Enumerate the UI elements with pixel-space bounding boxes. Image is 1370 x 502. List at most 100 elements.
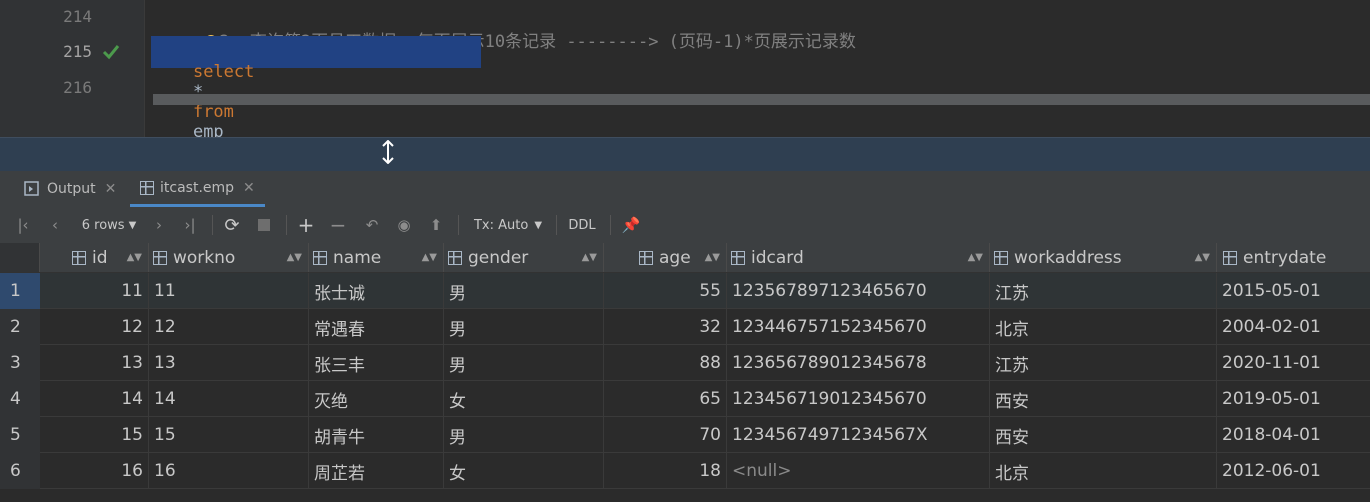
cell-workno[interactable]: 16 bbox=[149, 453, 309, 489]
cell-gender[interactable]: 男 bbox=[444, 345, 604, 381]
tab-output[interactable]: Output ✕ bbox=[24, 171, 116, 207]
cell-id[interactable]: 16 bbox=[40, 453, 149, 489]
column-header-idcard[interactable]: idcard ▲▼ bbox=[727, 243, 990, 272]
cell-idcard-null[interactable]: <null> bbox=[727, 453, 990, 489]
cell-idcard[interactable]: 123446757152345670 bbox=[727, 309, 990, 345]
cell-gender[interactable]: 女 bbox=[444, 453, 604, 489]
cell-workaddress[interactable]: 北京 bbox=[990, 309, 1217, 345]
cell-workaddress[interactable]: 江苏 bbox=[990, 273, 1217, 309]
cell-id[interactable]: 15 bbox=[40, 417, 149, 453]
row-number[interactable]: 2 bbox=[0, 309, 40, 345]
column-header-entrydate[interactable]: entrydate bbox=[1217, 243, 1370, 272]
row-number[interactable]: 1 bbox=[0, 273, 40, 309]
row-number[interactable]: 5 bbox=[0, 417, 40, 453]
previous-page-icon[interactable]: ‹ bbox=[46, 215, 64, 235]
cell-age[interactable]: 18 bbox=[604, 453, 727, 489]
table-row[interactable]: 6 16 16 周芷若 女 18 <null> 北京 2012-06-01 bbox=[0, 453, 1370, 489]
sort-icon[interactable]: ▲▼ bbox=[582, 252, 597, 263]
pin-icon[interactable]: 📌 bbox=[620, 215, 642, 235]
cell-age[interactable]: 55 bbox=[604, 273, 727, 309]
cell-id[interactable]: 14 bbox=[40, 381, 149, 417]
rows-count-dropdown[interactable]: 6 rows ▼ bbox=[78, 215, 140, 235]
cell-age[interactable]: 65 bbox=[604, 381, 727, 417]
cell-id[interactable]: 11 bbox=[40, 273, 149, 309]
cell-entrydate[interactable]: 2012-06-01 bbox=[1217, 453, 1370, 489]
sort-icon[interactable]: ▲▼ bbox=[1195, 252, 1210, 263]
cell-workaddress[interactable]: 西安 bbox=[990, 417, 1217, 453]
column-header-id[interactable]: id ▲▼ bbox=[40, 243, 149, 272]
table-row[interactable]: 5 15 15 胡青牛 男 70 12345674971234567X 西安 2… bbox=[0, 417, 1370, 453]
row-number[interactable]: 3 bbox=[0, 345, 40, 381]
cell-idcard[interactable]: 123456719012345670 bbox=[727, 381, 990, 417]
ddl-button[interactable]: DDL bbox=[566, 215, 598, 235]
row-number[interactable]: 4 bbox=[0, 381, 40, 417]
sort-icon[interactable]: ▲▼ bbox=[968, 252, 983, 263]
row-number[interactable]: 6 bbox=[0, 453, 40, 489]
cell-name[interactable]: 周芷若 bbox=[309, 453, 444, 489]
table-row[interactable]: 3 13 13 张三丰 男 88 123656789012345678 江苏 2… bbox=[0, 345, 1370, 381]
cell-gender[interactable]: 男 bbox=[444, 309, 604, 345]
cell-name[interactable]: 胡青牛 bbox=[309, 417, 444, 453]
cell-idcard[interactable]: 123567897123465670 bbox=[727, 273, 990, 309]
column-header-gender[interactable]: gender ▲▼ bbox=[444, 243, 604, 272]
preview-changes-icon[interactable]: ◉ bbox=[394, 215, 414, 235]
column-header-workno[interactable]: workno ▲▼ bbox=[149, 243, 309, 272]
cell-gender[interactable]: 女 bbox=[444, 381, 604, 417]
cell-workno[interactable]: 14 bbox=[149, 381, 309, 417]
refresh-icon[interactable]: ⟳ bbox=[222, 215, 242, 236]
close-icon[interactable]: ✕ bbox=[243, 180, 255, 196]
code-editor[interactable]: -2. 查询第2页员工数据, 每页展示10条记录 --------> (页码-1… bbox=[145, 0, 1370, 162]
cell-entrydate[interactable]: 2018-04-01 bbox=[1217, 417, 1370, 453]
table-row[interactable]: 4 14 14 灭绝 女 65 123456719012345670 西安 20… bbox=[0, 381, 1370, 417]
column-header-name[interactable]: name ▲▼ bbox=[309, 243, 444, 272]
column-label: id bbox=[92, 247, 108, 268]
cell-workno[interactable]: 11 bbox=[149, 273, 309, 309]
close-icon[interactable]: ✕ bbox=[105, 181, 117, 197]
toolbar-separator bbox=[212, 215, 213, 235]
last-page-icon[interactable]: ›| bbox=[180, 215, 200, 235]
cell-workno[interactable]: 15 bbox=[149, 417, 309, 453]
cell-entrydate[interactable]: 2019-05-01 bbox=[1217, 381, 1370, 417]
table-row[interactable]: 2 12 12 常遇春 男 32 123446757152345670 北京 2… bbox=[0, 309, 1370, 345]
stop-icon[interactable] bbox=[254, 215, 274, 235]
cell-name[interactable]: 常遇春 bbox=[309, 309, 444, 345]
next-page-icon[interactable]: › bbox=[150, 215, 168, 235]
delete-row-icon[interactable]: − bbox=[328, 213, 348, 237]
cell-idcard[interactable]: 12345674971234567X bbox=[727, 417, 990, 453]
cell-idcard[interactable]: 123656789012345678 bbox=[727, 345, 990, 381]
cell-entrydate[interactable]: 2020-11-01 bbox=[1217, 345, 1370, 381]
revert-icon[interactable]: ↶ bbox=[362, 215, 382, 235]
cell-id[interactable]: 13 bbox=[40, 345, 149, 381]
cell-workaddress[interactable]: 北京 bbox=[990, 453, 1217, 489]
horizontal-scrollbar[interactable] bbox=[153, 94, 1370, 105]
cell-age[interactable]: 88 bbox=[604, 345, 727, 381]
result-grid[interactable]: id ▲▼ workno ▲▼ name ▲▼ gender ▲▼ age ▲▼ idca… bbox=[0, 243, 1370, 502]
transaction-mode-dropdown[interactable]: Tx: Auto ▼ bbox=[470, 215, 546, 235]
column-header-age[interactable]: age ▲▼ bbox=[604, 243, 727, 272]
sort-icon[interactable]: ▲▼ bbox=[422, 252, 437, 263]
tab-itcast-emp[interactable]: itcast.emp ✕ bbox=[130, 171, 265, 207]
cell-workaddress[interactable]: 江苏 bbox=[990, 345, 1217, 381]
panel-splitter[interactable] bbox=[0, 137, 1370, 172]
cell-name[interactable]: 张三丰 bbox=[309, 345, 444, 381]
cell-name[interactable]: 灭绝 bbox=[309, 381, 444, 417]
cell-entrydate[interactable]: 2004-02-01 bbox=[1217, 309, 1370, 345]
sort-icon[interactable]: ▲▼ bbox=[127, 252, 142, 263]
cell-gender[interactable]: 男 bbox=[444, 273, 604, 309]
cell-gender[interactable]: 男 bbox=[444, 417, 604, 453]
sort-icon[interactable]: ▲▼ bbox=[287, 252, 302, 263]
cell-workno[interactable]: 13 bbox=[149, 345, 309, 381]
cell-age[interactable]: 32 bbox=[604, 309, 727, 345]
first-page-icon[interactable]: |‹ bbox=[14, 215, 32, 235]
cell-age[interactable]: 70 bbox=[604, 417, 727, 453]
submit-icon[interactable]: ⬆ bbox=[426, 215, 446, 235]
sort-icon[interactable]: ▲▼ bbox=[705, 252, 720, 263]
cell-workno[interactable]: 12 bbox=[149, 309, 309, 345]
cell-entrydate[interactable]: 2015-05-01 bbox=[1217, 273, 1370, 309]
table-row[interactable]: 1 11 11 张士诚 男 55 123567897123465670 江苏 2… bbox=[0, 273, 1370, 309]
column-header-workaddress[interactable]: workaddress ▲▼ bbox=[990, 243, 1217, 272]
cell-id[interactable]: 12 bbox=[40, 309, 149, 345]
add-row-icon[interactable]: + bbox=[296, 213, 316, 237]
cell-workaddress[interactable]: 西安 bbox=[990, 381, 1217, 417]
cell-name[interactable]: 张士诚 bbox=[309, 273, 444, 309]
